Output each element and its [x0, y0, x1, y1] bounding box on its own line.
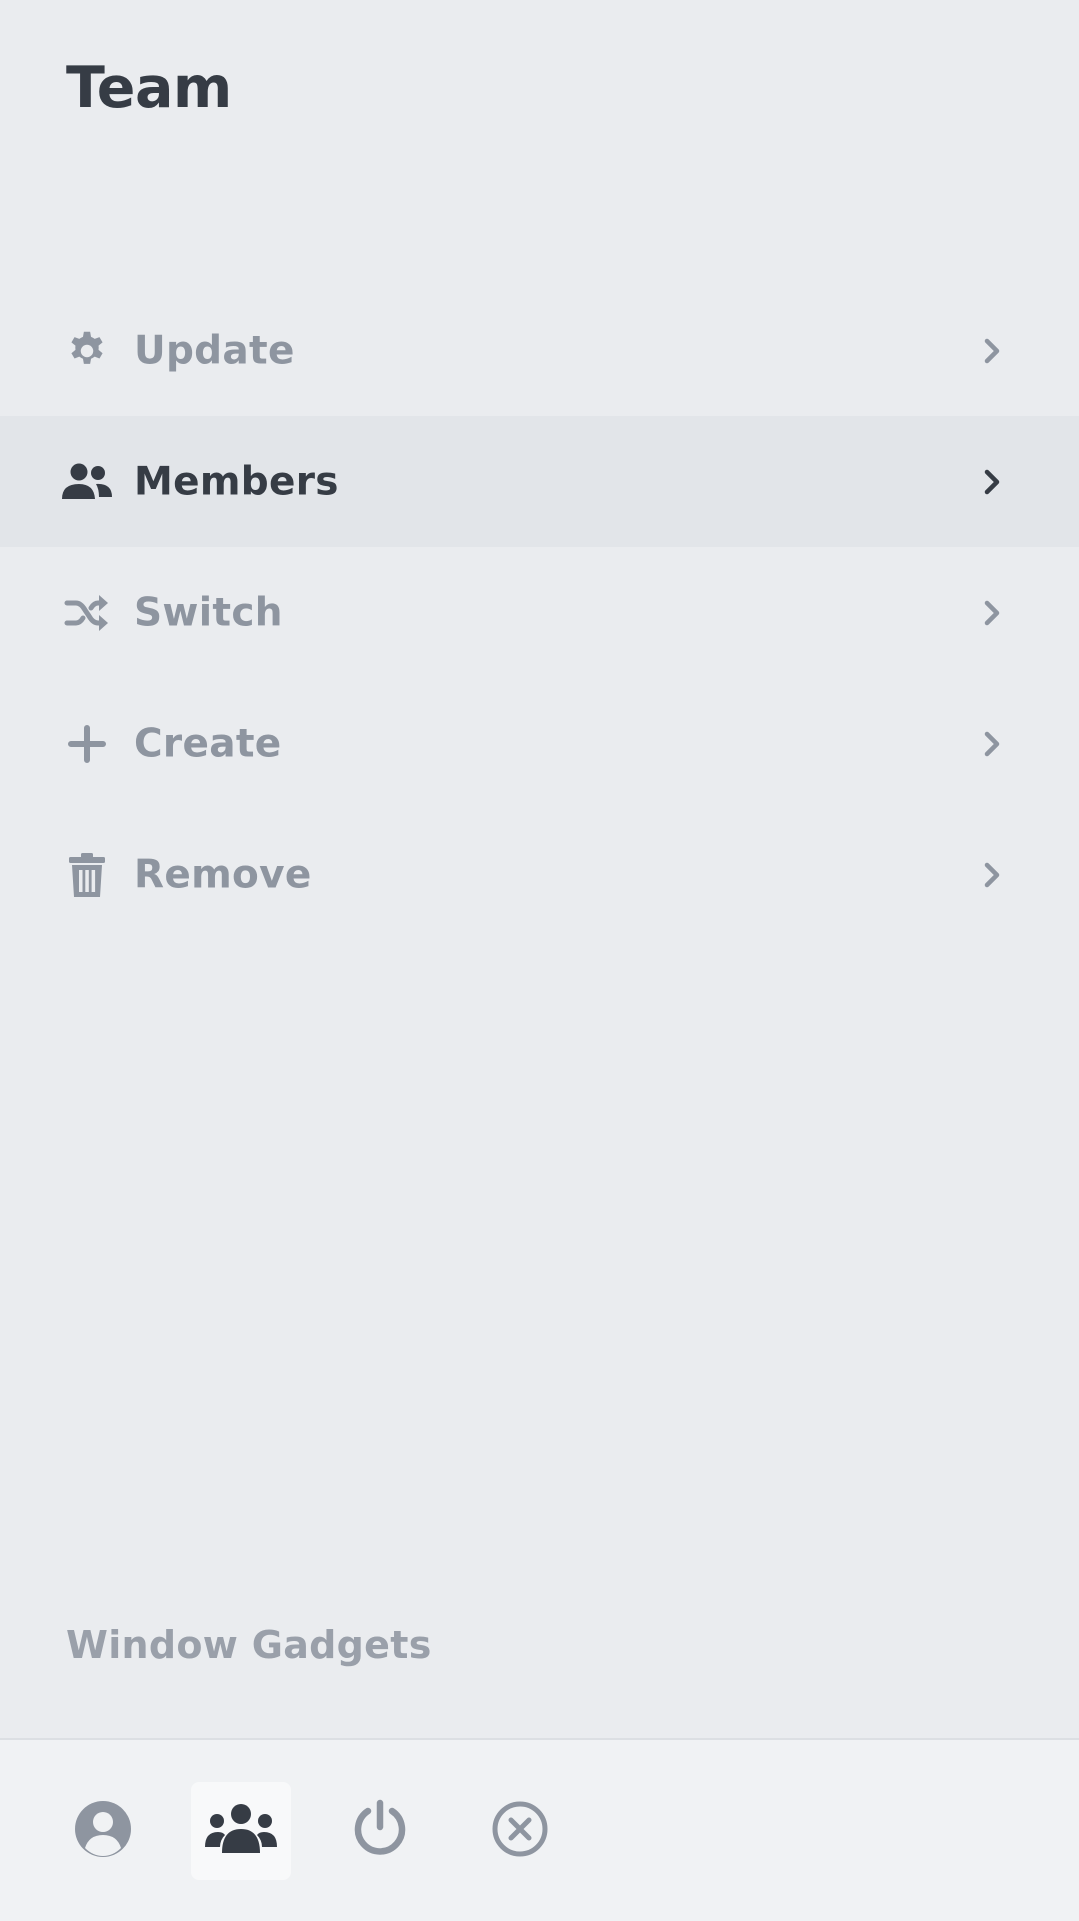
menu-item-label: Update — [134, 328, 295, 373]
team-button[interactable] — [191, 1782, 291, 1880]
chevron-right-icon — [980, 467, 1004, 497]
menu-item-update[interactable]: Update — [0, 285, 1079, 416]
menu-item-members[interactable]: Members — [0, 416, 1079, 547]
menu-list: Update Members Switch Create Remove — [0, 285, 1079, 940]
chevron-right-icon — [980, 729, 1004, 759]
menu-item-create[interactable]: Create — [0, 678, 1079, 809]
users-icon — [204, 1803, 278, 1859]
profile-button[interactable] — [53, 1782, 153, 1880]
plus-icon — [60, 720, 114, 768]
menu-item-label: Switch — [134, 590, 283, 635]
menu-item-switch[interactable]: Switch — [0, 547, 1079, 678]
chevron-right-icon — [980, 336, 1004, 366]
menu-item-label: Members — [134, 459, 339, 504]
user-circle-icon — [73, 1799, 133, 1863]
trash-icon — [60, 851, 114, 899]
close-circle-icon — [490, 1799, 550, 1863]
close-button[interactable] — [470, 1782, 570, 1880]
gear-icon — [60, 327, 114, 375]
bottom-toolbar — [0, 1738, 1079, 1921]
chevron-right-icon — [980, 860, 1004, 890]
menu-item-label: Remove — [134, 852, 312, 897]
menu-item-remove[interactable]: Remove — [0, 809, 1079, 940]
section-label: Window Gadgets — [66, 1623, 432, 1667]
shuffle-icon — [60, 589, 114, 637]
page-title: Team — [66, 55, 232, 121]
users-icon — [60, 458, 114, 506]
power-icon — [350, 1799, 410, 1863]
chevron-right-icon — [980, 598, 1004, 628]
menu-item-label: Create — [134, 721, 282, 766]
power-button[interactable] — [330, 1782, 430, 1880]
